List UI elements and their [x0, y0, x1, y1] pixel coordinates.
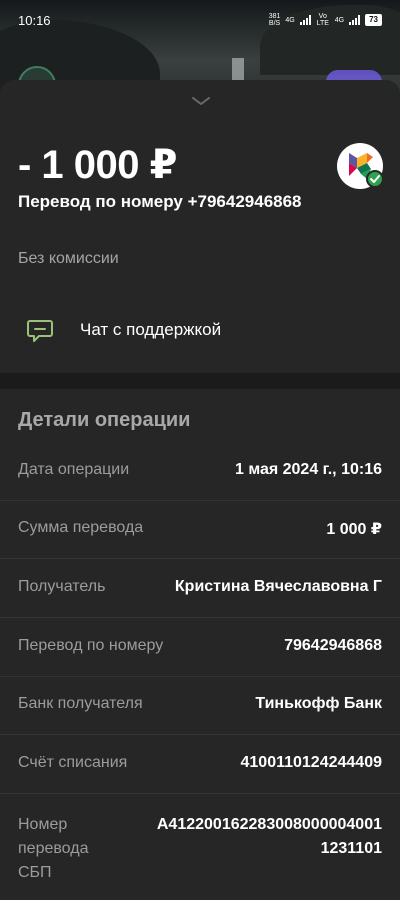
detail-label: Сумма перевода: [18, 519, 144, 536]
check-badge-icon: [366, 170, 384, 188]
detail-row-date: Дата операции 1 мая 2024 г., 10:16: [0, 443, 400, 501]
detail-value: 4100110124244409: [240, 754, 383, 771]
detail-value: Тинькофф Банк: [255, 695, 382, 712]
detail-row-amount: Сумма перевода 1 000 ₽: [0, 501, 400, 559]
detail-label: Дата операции: [18, 461, 130, 478]
detail-value: A4122001622830080000040011231101: [156, 816, 382, 857]
detail-row-bank: Банк получателя Тинькофф Банк: [0, 677, 400, 735]
detail-value: 1 мая 2024 г., 10:16: [234, 461, 382, 478]
status-icons: 381 B/S 4G Vo LTE 4G 73: [269, 13, 382, 27]
detail-value: 1 000 ₽: [326, 521, 382, 538]
detail-label: Счёт списания: [18, 754, 128, 771]
battery-icon: 73: [365, 14, 382, 26]
operation-subtitle: Перевод по номеру +79642946868: [18, 192, 302, 211]
details-title: Детали операции: [18, 409, 191, 431]
net-speed-unit: B/S: [268, 20, 281, 27]
support-chat-button[interactable]: Чат с поддержкой: [0, 300, 400, 362]
network-type-volte: Vo LTE: [316, 13, 329, 27]
fee-info: Без комиссии: [18, 250, 119, 267]
detail-row-account: Счёт списания 4100110124244409: [0, 736, 400, 794]
detail-row-recipient: Получатель Кристина Вячеславовна Г: [0, 560, 400, 618]
signal-icon: [349, 15, 361, 25]
net-speed-value: 381: [268, 13, 281, 20]
status-bar: 10:16 381 B/S 4G Vo LTE 4G 73: [0, 0, 400, 40]
network-type-2: 4G: [334, 16, 345, 24]
net-speed: 381 B/S: [269, 13, 281, 27]
signal-icon: [299, 15, 311, 25]
support-chat-label: Чат с поддержкой: [80, 320, 222, 339]
operation-amount: - 1 000 ₽: [18, 143, 177, 187]
detail-label: Получатель: [18, 578, 106, 595]
detail-label: Перевод по номеру: [18, 637, 164, 654]
detail-row-sbp-number: Номер перевода СБП A41220016228300800000…: [0, 797, 400, 887]
detail-label: Номер перевода СБП: [18, 816, 89, 881]
detail-value: Кристина Вячеславовна Г: [174, 578, 382, 595]
section-divider: [0, 373, 400, 389]
detail-value: 79642946868: [284, 637, 382, 654]
status-time: 10:16: [18, 12, 51, 28]
chevron-down-icon[interactable]: [191, 96, 211, 106]
network-type-1: 4G: [285, 16, 295, 24]
detail-label: Банк получателя: [18, 695, 143, 712]
chat-bubble-icon: [27, 320, 53, 342]
detail-row-phone: Перевод по номеру 79642946868: [0, 619, 400, 677]
